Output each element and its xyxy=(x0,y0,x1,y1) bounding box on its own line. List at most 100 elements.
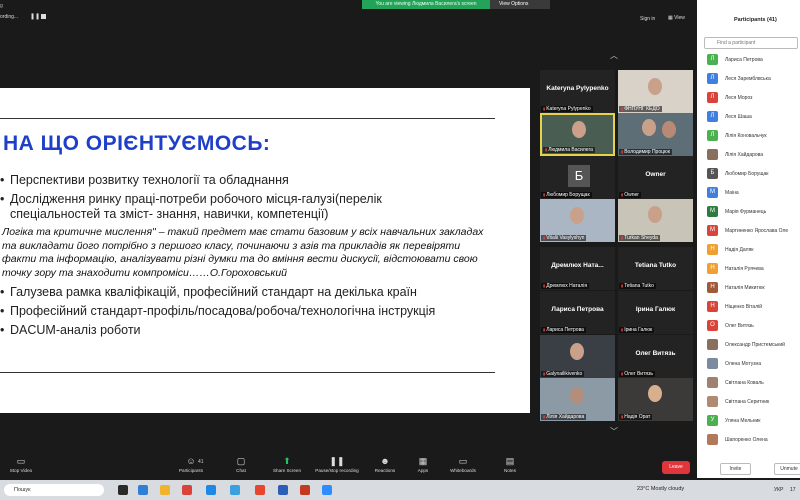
video-tile[interactable]: Лариса Петрова Лариса Петрова xyxy=(540,291,615,334)
toolbar-label: Pause/stop recording xyxy=(315,468,359,473)
toolbar-label: Chat xyxy=(236,468,246,473)
pause-icon[interactable]: ❚❚ xyxy=(30,13,40,20)
participant-row[interactable]: Н Наталія Руячева xyxy=(704,262,800,276)
notes-icon: ▤ xyxy=(505,456,515,466)
sign-in-button[interactable]: Sign in xyxy=(640,16,655,22)
participant-row[interactable]: Л Лілія Коновальчук xyxy=(704,129,800,143)
participant-name: Леся Заремблвська xyxy=(725,76,771,82)
clock[interactable]: 17 xyxy=(790,487,796,493)
participant-row[interactable]: Л Леся Шаша xyxy=(704,110,800,124)
participant-name: Леся Мороз xyxy=(725,95,753,101)
tile-caption: Володимир Процюк xyxy=(619,149,672,155)
record-button[interactable]: ❚❚ Pause/stop recording xyxy=(312,455,362,480)
avatar: Н xyxy=(707,263,718,274)
participant-row[interactable]: Н Ніщенко Віталій xyxy=(704,300,800,314)
avatar: Л xyxy=(707,73,718,84)
video-tile[interactable]: Надія Орат xyxy=(618,378,693,421)
powerpoint-icon[interactable] xyxy=(300,485,310,495)
video-tile[interactable]: Turkan Sheyda xyxy=(618,199,693,242)
video-tile[interactable]: Kateryna Pylypenko Kateryna Pylypenko xyxy=(540,70,615,113)
language-indicator[interactable]: УКР xyxy=(774,487,783,493)
participant-row[interactable]: Б Любомир Борущак xyxy=(704,167,800,181)
video-tile[interactable]: Володимир Процюк xyxy=(618,113,693,156)
explorer-icon[interactable] xyxy=(160,485,170,495)
video-tile[interactable]: Б Любомир Борущак xyxy=(540,156,615,199)
tile-name: Ірина Галюк xyxy=(635,306,676,313)
notes-button[interactable]: ▤ Notes xyxy=(485,455,535,480)
whiteboards-button[interactable]: ▭ Whiteboards xyxy=(438,455,488,480)
participant-row[interactable]: М Мартиненко Ярослава Оле xyxy=(704,224,800,238)
unmute-button[interactable]: Unmute xyxy=(774,463,800,475)
toolbar-label: Share Screen xyxy=(272,468,302,473)
tile-caption: Ірина Галюк xyxy=(619,327,655,333)
participant-row[interactable]: Світлана Коваль xyxy=(704,376,800,390)
weather-widget[interactable]: 23°C Mostly cloudy xyxy=(637,486,684,492)
video-tile-active-speaker[interactable]: Людмила Василега xyxy=(540,113,615,156)
share-screen-icon: ⬆ xyxy=(283,456,291,466)
participant-row[interactable]: Н Надія Даляк xyxy=(704,243,800,257)
participant-row[interactable]: Олександр Пристемський xyxy=(704,338,800,352)
chrome-icon[interactable] xyxy=(255,485,265,495)
mail-icon[interactable] xyxy=(206,485,216,495)
taskbar-search[interactable]: Пошук xyxy=(4,484,104,496)
participant-row[interactable]: Шапоренко Олена xyxy=(704,433,800,447)
avatar: Л xyxy=(707,54,718,65)
video-tile[interactable]: Tetiana Tutko Tetiana Tutko xyxy=(618,247,693,290)
participant-row[interactable]: Л Леся Заремблвська xyxy=(704,72,800,86)
avatar: Н xyxy=(707,282,718,293)
video-tile[interactable]: Owner Owner xyxy=(618,156,693,199)
video-button[interactable]: ▭ Stop Video xyxy=(0,455,46,480)
tile-caption: Олег Витязь xyxy=(619,371,655,377)
participant-row[interactable]: Л Лариса Петрова xyxy=(704,53,800,67)
participants-button[interactable]: ☺ Participants xyxy=(166,455,216,480)
participant-search-input[interactable] xyxy=(704,37,798,49)
video-tile[interactable]: Ірина Галюк Ірина Галюк xyxy=(618,291,693,334)
participant-name: Маіна xyxy=(725,190,739,196)
chat-button[interactable]: ▢ Chat xyxy=(216,455,266,480)
participant-row[interactable]: У Уляна Мельник xyxy=(704,414,800,428)
view-button[interactable]: ▦ View xyxy=(668,15,685,21)
slide-bullet: Професійний стандарт-профіль/посадова/ро… xyxy=(0,304,495,319)
task-view-icon[interactable] xyxy=(118,485,128,495)
video-tile[interactable]: Олег Витязь Олег Витязь xyxy=(618,335,693,378)
participant-row[interactable]: О Олег Витязь xyxy=(704,319,800,333)
chevron-down-icon[interactable]: ﹀ xyxy=(610,426,618,437)
video-tile[interactable]: Лілія Хайдарова xyxy=(540,378,615,421)
invite-button[interactable]: Invite xyxy=(720,463,751,475)
video-tile[interactable]: Galynailikivenko xyxy=(540,335,615,378)
participant-row[interactable]: Світлана Серитник xyxy=(704,395,800,409)
video-tile[interactable]: Дремлюх Ната... Дремлюх Наталія xyxy=(540,247,615,290)
video-tile[interactable]: ФНПУНГ КЕДО xyxy=(618,70,693,113)
video-tile[interactable]: Vitalii Vasylyshyn xyxy=(540,199,615,242)
store-icon[interactable] xyxy=(182,485,192,495)
participant-row[interactable]: Олена Мотузна xyxy=(704,357,800,371)
toolbar-label: Stop Video xyxy=(9,468,33,473)
share-screen-button[interactable]: ⬆ Share Screen xyxy=(262,455,312,480)
avatar: М xyxy=(707,225,718,236)
participant-row[interactable]: Лілія Хайдарова xyxy=(704,148,800,162)
edge-icon[interactable] xyxy=(138,485,148,495)
shared-slide: НА ЩО ОРІЄНТУЄМОСЬ: Перспективи розвитку… xyxy=(0,88,530,413)
tile-caption: Дремлюх Наталія xyxy=(541,283,590,289)
zoom-meeting-icon[interactable] xyxy=(322,485,332,495)
participant-name: Наталія Микитюк xyxy=(725,285,765,291)
window-title: g xyxy=(0,3,3,9)
participant-row[interactable]: Н Наталія Микитюк xyxy=(704,281,800,295)
avatar xyxy=(707,339,718,350)
tile-caption: Лариса Петрова xyxy=(541,327,586,333)
participant-row[interactable]: М Марія Фурманець xyxy=(704,205,800,219)
avatar: Н xyxy=(707,301,718,312)
word-icon[interactable] xyxy=(278,485,288,495)
video-icon: ▭ xyxy=(16,456,26,466)
participant-row[interactable]: М Маіна xyxy=(704,186,800,200)
view-options-button[interactable]: View Options xyxy=(490,0,550,9)
avatar xyxy=(707,434,718,445)
tile-caption: Vitalii Vasylyshyn xyxy=(541,235,587,241)
zoom-app-icon[interactable] xyxy=(230,485,240,495)
participant-name: Мартиненко Ярослава Оле xyxy=(725,228,789,234)
chevron-up-icon[interactable]: ︿ xyxy=(610,50,618,61)
stop-icon[interactable] xyxy=(41,14,46,19)
participant-name: Світлана Серитник xyxy=(725,399,770,405)
participant-row[interactable]: Л Леся Мороз xyxy=(704,91,800,105)
leave-button[interactable]: Leave xyxy=(662,461,690,474)
